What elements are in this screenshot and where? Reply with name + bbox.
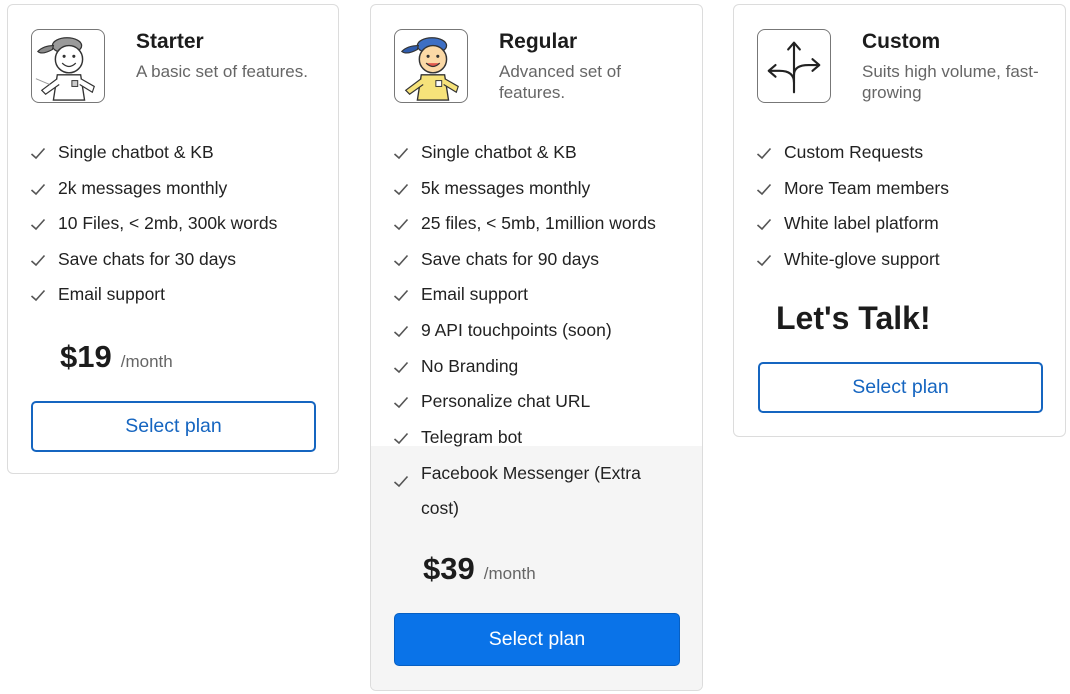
checkmark-icon [756,213,784,236]
checkmark-icon [30,142,58,165]
cartoon-boy-gray-cap-icon [31,29,105,103]
feature-list: Single chatbot & KB 5k messages monthly … [393,136,656,526]
feature-item: Single chatbot & KB [393,136,656,172]
feature-item: 2k messages monthly [30,172,277,208]
checkmark-icon [30,249,58,272]
plan-title: Regular [499,30,578,53]
feature-text: Single chatbot & KB [58,142,214,162]
feature-item: 5k messages monthly [393,172,656,208]
feature-text: Email support [421,284,528,305]
feature-text: No Branding [421,355,519,376]
feature-text: 10 Files, < 2mb, 300k words [58,213,278,234]
contact-cta-heading: Let's Talk! [776,300,931,336]
feature-text: 5k messages monthly [421,177,591,198]
plan-card-regular: Regular Advanced set of features. Single… [370,4,703,691]
price-period: /month [483,564,536,583]
checkmark-icon [393,178,421,201]
checkmark-icon [30,284,58,307]
feature-text: More Team members [784,177,950,198]
feature-text: Single chatbot & KB [421,142,577,162]
checkmark-icon [756,178,784,201]
feature-text: Save chats for 30 days [58,248,237,269]
price-period: /month [120,352,173,371]
checkmark-icon [393,249,421,272]
checkmark-icon [393,142,421,165]
feature-item: 9 API touchpoints (soon) [393,314,656,350]
feature-item: White label platform [756,207,949,243]
feature-text: Save chats for 90 days [421,248,600,269]
feature-text: Custom Requests [784,142,924,162]
feature-text: White-glove support [784,248,940,269]
feature-text: Facebook Messenger (Extra cost) [421,463,641,519]
checkmark-icon [393,213,421,236]
plan-card-custom: Custom Suits high volume, fast-growing C… [733,4,1066,437]
feature-list: Custom Requests More Team members White … [756,136,949,278]
price-amount: $39 [423,551,475,586]
plan-title: Custom [862,30,941,53]
checkmark-icon [393,320,421,343]
checkmark-icon [393,456,421,500]
checkmark-icon [756,249,784,272]
feature-item: Save chats for 90 days [393,243,656,279]
feature-item: Facebook Messenger (Extra cost) [393,456,656,526]
feature-item: No Branding [393,350,656,386]
feature-text: 9 API touchpoints (soon) [421,319,612,340]
feature-text: Personalize chat URL [421,391,591,412]
feature-text: 2k messages monthly [58,177,228,198]
checkmark-icon [393,391,421,414]
feature-item: Email support [393,278,656,314]
checkmark-icon [393,427,421,450]
price-amount: $19 [60,339,112,374]
feature-item: Telegram bot [393,421,656,457]
checkmark-icon [30,178,58,201]
feature-item: 25 files, < 5mb, 1million words [393,207,656,243]
select-plan-button-regular[interactable]: Select plan [394,613,680,666]
branching-arrows-icon [757,29,831,103]
feature-item: More Team members [756,172,949,208]
checkmark-icon [393,356,421,379]
plan-description: A basic set of features. [136,62,308,81]
plan-description: Suits high volume, fast-growing [862,62,1039,102]
plan-card-starter: Starter A basic set of features. Single … [7,4,339,474]
checkmark-icon [30,213,58,236]
select-plan-button-custom[interactable]: Select plan [758,362,1043,413]
feature-item: Email support [30,278,277,314]
feature-item: Save chats for 30 days [30,243,277,279]
feature-text: Email support [58,284,165,305]
price: $39 /month [423,551,536,587]
plan-description: Advanced set of features. [499,62,621,102]
checkmark-icon [756,142,784,165]
feature-list: Single chatbot & KB 2k messages monthly … [30,136,277,314]
cartoon-boy-blue-cap-icon [394,29,468,103]
select-plan-button-starter[interactable]: Select plan [31,401,316,452]
feature-text: Telegram bot [421,426,523,447]
feature-item: Single chatbot & KB [30,136,277,172]
feature-item: White-glove support [756,243,949,279]
price: $19 /month [60,339,173,375]
checkmark-icon [393,284,421,307]
feature-text: 25 files, < 5mb, 1million words [421,213,656,234]
feature-item: 10 Files, < 2mb, 300k words [30,207,277,243]
feature-item: Personalize chat URL [393,385,656,421]
feature-text: White label platform [784,213,939,234]
plan-title: Starter [136,30,204,53]
feature-item: Custom Requests [756,136,949,172]
